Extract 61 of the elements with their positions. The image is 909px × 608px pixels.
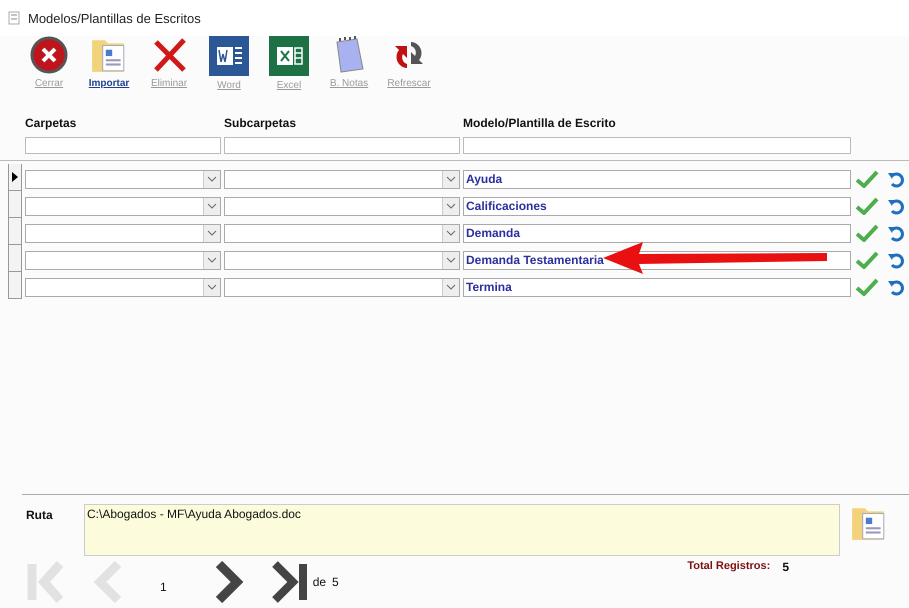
- folder-dropdown[interactable]: [224, 196, 460, 216]
- filter-field[interactable]: [463, 137, 851, 154]
- column-header: Subcarpetas: [224, 116, 298, 132]
- template-name-field[interactable]: Termina: [463, 278, 851, 296]
- chevron-down-icon: [446, 284, 456, 290]
- filter-field[interactable]: [224, 137, 460, 154]
- column-header: Modelo/Plantilla de Escrito: [463, 116, 617, 132]
- dropdown-button[interactable]: [203, 198, 220, 214]
- chevron-down-icon: [446, 203, 456, 209]
- chevron-down-icon: [207, 203, 217, 209]
- chevron-down-icon: [446, 257, 456, 263]
- checkmark-icon: [855, 251, 879, 269]
- dropdown-button[interactable]: [442, 224, 459, 242]
- page-of-label: de: [312, 575, 326, 589]
- folder-dropdown[interactable]: [25, 196, 221, 216]
- chevron-down-icon: [207, 284, 217, 290]
- chevron-down-icon: [446, 230, 456, 236]
- accept-button[interactable]: [854, 278, 880, 296]
- dropdown-button[interactable]: [442, 198, 459, 214]
- checkmark-icon: [855, 170, 879, 188]
- chevron-down-icon: [207, 176, 217, 182]
- checkmark-icon: [855, 278, 879, 296]
- dropdown-button[interactable]: [203, 278, 220, 296]
- dropdown-button[interactable]: [203, 252, 220, 268]
- chevron-down-icon: [207, 230, 217, 236]
- template-name-field[interactable]: Calificaciones: [463, 196, 851, 216]
- folder-dropdown[interactable]: [25, 250, 221, 270]
- template-name-field[interactable]: Demanda: [463, 224, 851, 242]
- import-button[interactable]: Importar: [86, 36, 132, 94]
- folder-dropdown[interactable]: [224, 224, 460, 242]
- checkmark-icon: [855, 197, 879, 215]
- chevron-down-icon: [446, 176, 456, 182]
- accept-button[interactable]: [854, 170, 880, 188]
- window-title: Modelos/Plantillas de Escritos: [28, 10, 201, 26]
- dropdown-button[interactable]: [203, 224, 220, 242]
- dropdown-button[interactable]: [203, 170, 220, 188]
- folder-dropdown[interactable]: [224, 278, 460, 296]
- path-label: Ruta: [25, 507, 54, 522]
- dropdown-button[interactable]: [442, 252, 459, 268]
- dropdown-button[interactable]: [442, 170, 459, 188]
- folder-dropdown[interactable]: [224, 250, 460, 270]
- filter-field[interactable]: [25, 137, 221, 154]
- row-selector[interactable]: [8, 164, 22, 191]
- dropdown-button[interactable]: [442, 278, 459, 296]
- chevron-down-icon: [207, 257, 217, 263]
- folder-dropdown[interactable]: [25, 224, 221, 242]
- accept-button[interactable]: [854, 197, 880, 215]
- total-label: Total Registros:: [687, 560, 770, 574]
- path-field[interactable]: C:\Abogados - MF\Ayuda Abogados.doc: [84, 504, 840, 556]
- total-value: 5: [782, 560, 789, 574]
- page-count: 5: [332, 575, 339, 589]
- checkmark-icon: [855, 224, 879, 242]
- template-name-field[interactable]: Ayuda: [463, 170, 851, 188]
- current-page: 1: [160, 580, 167, 594]
- accept-button[interactable]: [854, 251, 880, 269]
- folder-dropdown[interactable]: [224, 170, 460, 188]
- current-row-icon: [12, 172, 18, 182]
- window-icon: [8, 11, 20, 25]
- column-header: Carpetas: [25, 116, 78, 132]
- folder-dropdown[interactable]: [25, 278, 221, 296]
- accept-button[interactable]: [854, 224, 880, 242]
